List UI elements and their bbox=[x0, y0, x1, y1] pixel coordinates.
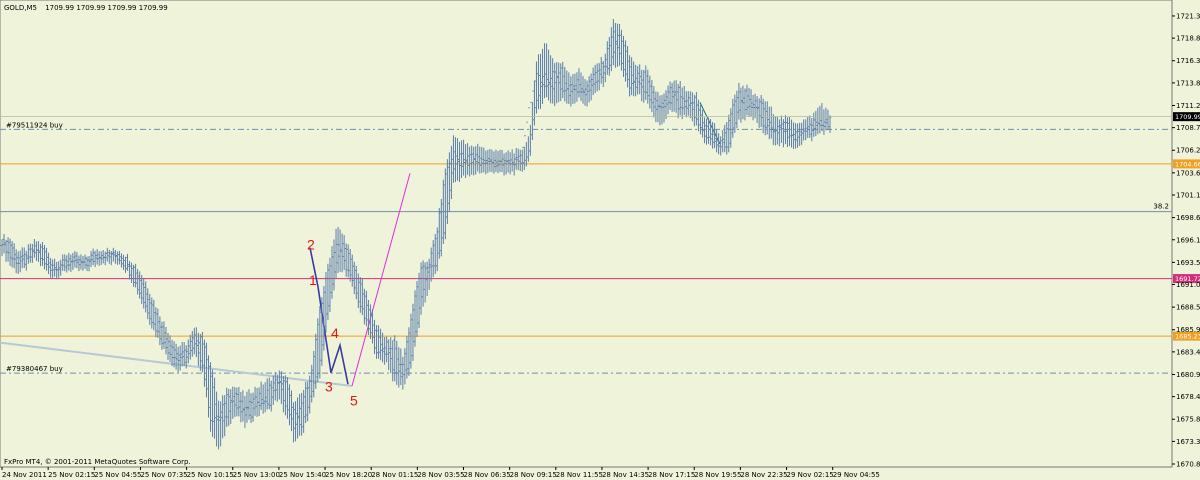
order-label-5: #79380467 buy bbox=[6, 365, 63, 373]
y-tick-label: 1670.80 bbox=[1176, 461, 1200, 469]
x-tick-label: 25 Nov 15:40 bbox=[279, 471, 326, 479]
x-tick-label: 28 Nov 11:55 bbox=[556, 471, 603, 479]
plot-background bbox=[0, 0, 1173, 468]
current-price-tag: 1709.99 bbox=[1175, 113, 1200, 121]
y-tick-label: 1716.30 bbox=[1176, 57, 1200, 65]
y-tick-label: 1708.75 bbox=[1176, 124, 1200, 132]
wave-label-2: 2 bbox=[307, 237, 315, 253]
y-tick-label: 1693.55 bbox=[1176, 259, 1200, 267]
x-tick-label: 29 Nov 04:55 bbox=[833, 471, 880, 479]
y-tick-label: 1673.35 bbox=[1176, 438, 1200, 446]
x-tick-label: 25 Nov 10:15 bbox=[187, 471, 234, 479]
x-tick-label: 29 Nov 02:15 bbox=[787, 471, 834, 479]
y-tick-label: 1701.15 bbox=[1176, 192, 1200, 200]
y-tick-label: 1698.60 bbox=[1176, 214, 1200, 222]
x-tick-label: 28 Nov 19:55 bbox=[694, 471, 741, 479]
x-tick-label: 25 Nov 02:15 bbox=[48, 471, 95, 479]
y-tick-label: 1721.35 bbox=[1176, 12, 1200, 20]
chart-window: #79511924 buy 1704.66 38.2 1691.72 1685.23 #7… bbox=[0, 0, 1200, 480]
wave-label-5: 5 bbox=[350, 393, 358, 409]
x-tick-label: 28 Nov 06:35 bbox=[464, 471, 511, 479]
copyright-text: FxPro MT4, © 2001-2011 MetaQuotes Softwa… bbox=[4, 458, 191, 466]
y-tick-label: 1703.65 bbox=[1176, 169, 1200, 177]
wave-label-1: 1 bbox=[309, 272, 317, 288]
y-tick-label: 1688.50 bbox=[1176, 304, 1200, 312]
order-label-0: #79511924 buy bbox=[6, 121, 63, 129]
x-tick-label: 24 Nov 2011 bbox=[2, 471, 47, 479]
y-tick-label: 1711.25 bbox=[1176, 102, 1200, 110]
price-tag-1: 1704.66 bbox=[1175, 160, 1200, 168]
y-tick-label: 1685.95 bbox=[1176, 326, 1200, 334]
chart-header: GOLD,M5 1709.99 1709.99 1709.99 1709.99 bbox=[4, 4, 168, 12]
x-tick-label: 28 Nov 14:35 bbox=[602, 471, 649, 479]
x-tick-label: 25 Nov 13:00 bbox=[233, 471, 280, 479]
y-tick-label: 1696.10 bbox=[1176, 236, 1200, 244]
x-tick-label: 25 Nov 07:35 bbox=[140, 471, 187, 479]
time-axis: 24 Nov 2011 25 Nov 02:1525 Nov 04:5525 No… bbox=[1, 467, 880, 479]
x-tick-label: 28 Nov 22:35 bbox=[740, 471, 787, 479]
y-tick-label: 1718.85 bbox=[1176, 35, 1200, 43]
y-tick-label: 1680.90 bbox=[1176, 371, 1200, 379]
wave-label-4: 4 bbox=[331, 325, 339, 341]
x-tick-label: 28 Nov 17:15 bbox=[648, 471, 695, 479]
x-tick-label: 28 Nov 01:15 bbox=[371, 471, 418, 479]
y-tick-label: 1713.80 bbox=[1176, 79, 1200, 87]
y-tick-label: 1675.85 bbox=[1176, 416, 1200, 424]
y-tick-label: 1683.45 bbox=[1176, 348, 1200, 356]
wave-label-3: 3 bbox=[325, 378, 333, 394]
fib-label-2: 38.2 bbox=[1153, 203, 1169, 211]
y-tick-label: 1706.20 bbox=[1176, 147, 1200, 155]
symbol-label: GOLD,M5 bbox=[4, 4, 37, 12]
y-tick-label: 1691.05 bbox=[1176, 281, 1200, 289]
x-tick-label: 28 Nov 09:15 bbox=[510, 471, 557, 479]
price-chart[interactable]: #79511924 buy1704.6638.21691.721685.23#7… bbox=[0, 0, 1200, 480]
ohlc-readout: 1709.99 1709.99 1709.99 1709.99 bbox=[45, 4, 167, 12]
y-tick-label: 1678.40 bbox=[1176, 393, 1200, 401]
x-tick-label: 25 Nov 04:55 bbox=[94, 471, 141, 479]
x-tick-label: 25 Nov 18:20 bbox=[325, 471, 372, 479]
x-tick-label: 28 Nov 03:55 bbox=[417, 471, 464, 479]
